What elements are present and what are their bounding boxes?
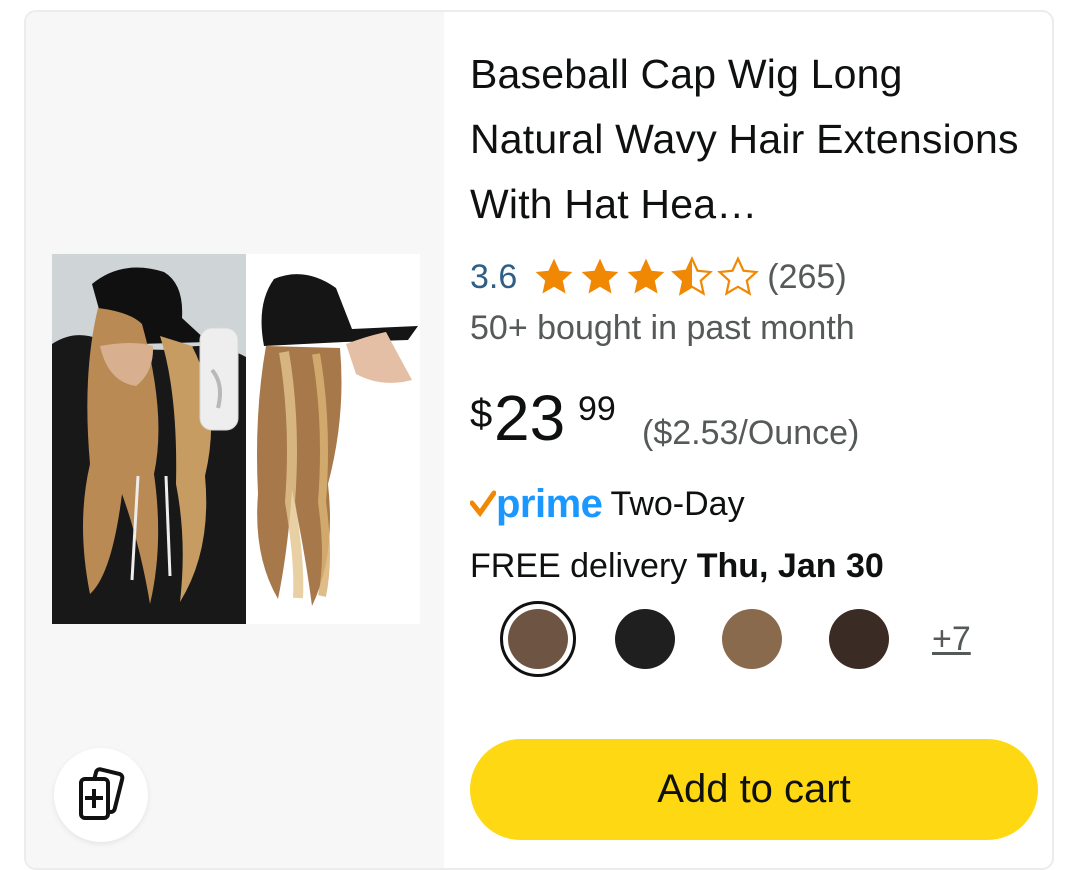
unit-price: ($2.53/Ounce) (642, 414, 860, 452)
rating-row[interactable]: 3.6 (265) (470, 255, 847, 299)
product-card[interactable]: Baseball Cap Wig Long Natural Wavy Hair … (24, 10, 1054, 870)
prime-logo: prime (496, 481, 603, 526)
product-details: Baseball Cap Wig Long Natural Wavy Hair … (470, 12, 1052, 868)
half-star-icon (671, 256, 714, 296)
review-count[interactable]: (265) (767, 258, 846, 297)
add-to-cart-button[interactable]: Add to cart (470, 739, 1038, 840)
full-star-icon (581, 258, 619, 294)
purchase-count: 50+ bought in past month (470, 309, 855, 347)
star-rating (531, 255, 761, 299)
color-swatch-selected[interactable] (500, 601, 576, 677)
product-title[interactable]: Baseball Cap Wig Long Natural Wavy Hair … (470, 42, 1040, 237)
full-star-icon (535, 258, 573, 294)
more-colors-link[interactable]: +7 (932, 620, 971, 659)
product-image[interactable] (52, 254, 420, 624)
price-currency: $ (470, 392, 493, 436)
product-media-panel (26, 12, 444, 868)
prime-badge: prime Two-Day (470, 480, 745, 528)
color-swatch[interactable] (722, 609, 782, 669)
empty-star-icon (717, 256, 760, 296)
color-swatch[interactable] (829, 609, 889, 669)
color-swatches: +7 (500, 599, 971, 679)
prime-delivery-type: Two-Day (610, 484, 745, 523)
rating-value: 3.6 (470, 257, 518, 296)
compare-cards-icon (79, 767, 125, 820)
price-fraction: 99 (578, 390, 616, 428)
full-star-icon (627, 258, 665, 294)
delivery-date: Thu, Jan 30 (696, 547, 884, 585)
price-whole: 23 (494, 382, 566, 454)
prime-check-icon (470, 490, 496, 518)
compare-button[interactable] (54, 748, 148, 842)
delivery-info: FREE delivery Thu, Jan 30 (470, 547, 884, 586)
delivery-label: FREE delivery (470, 547, 697, 585)
color-swatch[interactable] (615, 609, 675, 669)
